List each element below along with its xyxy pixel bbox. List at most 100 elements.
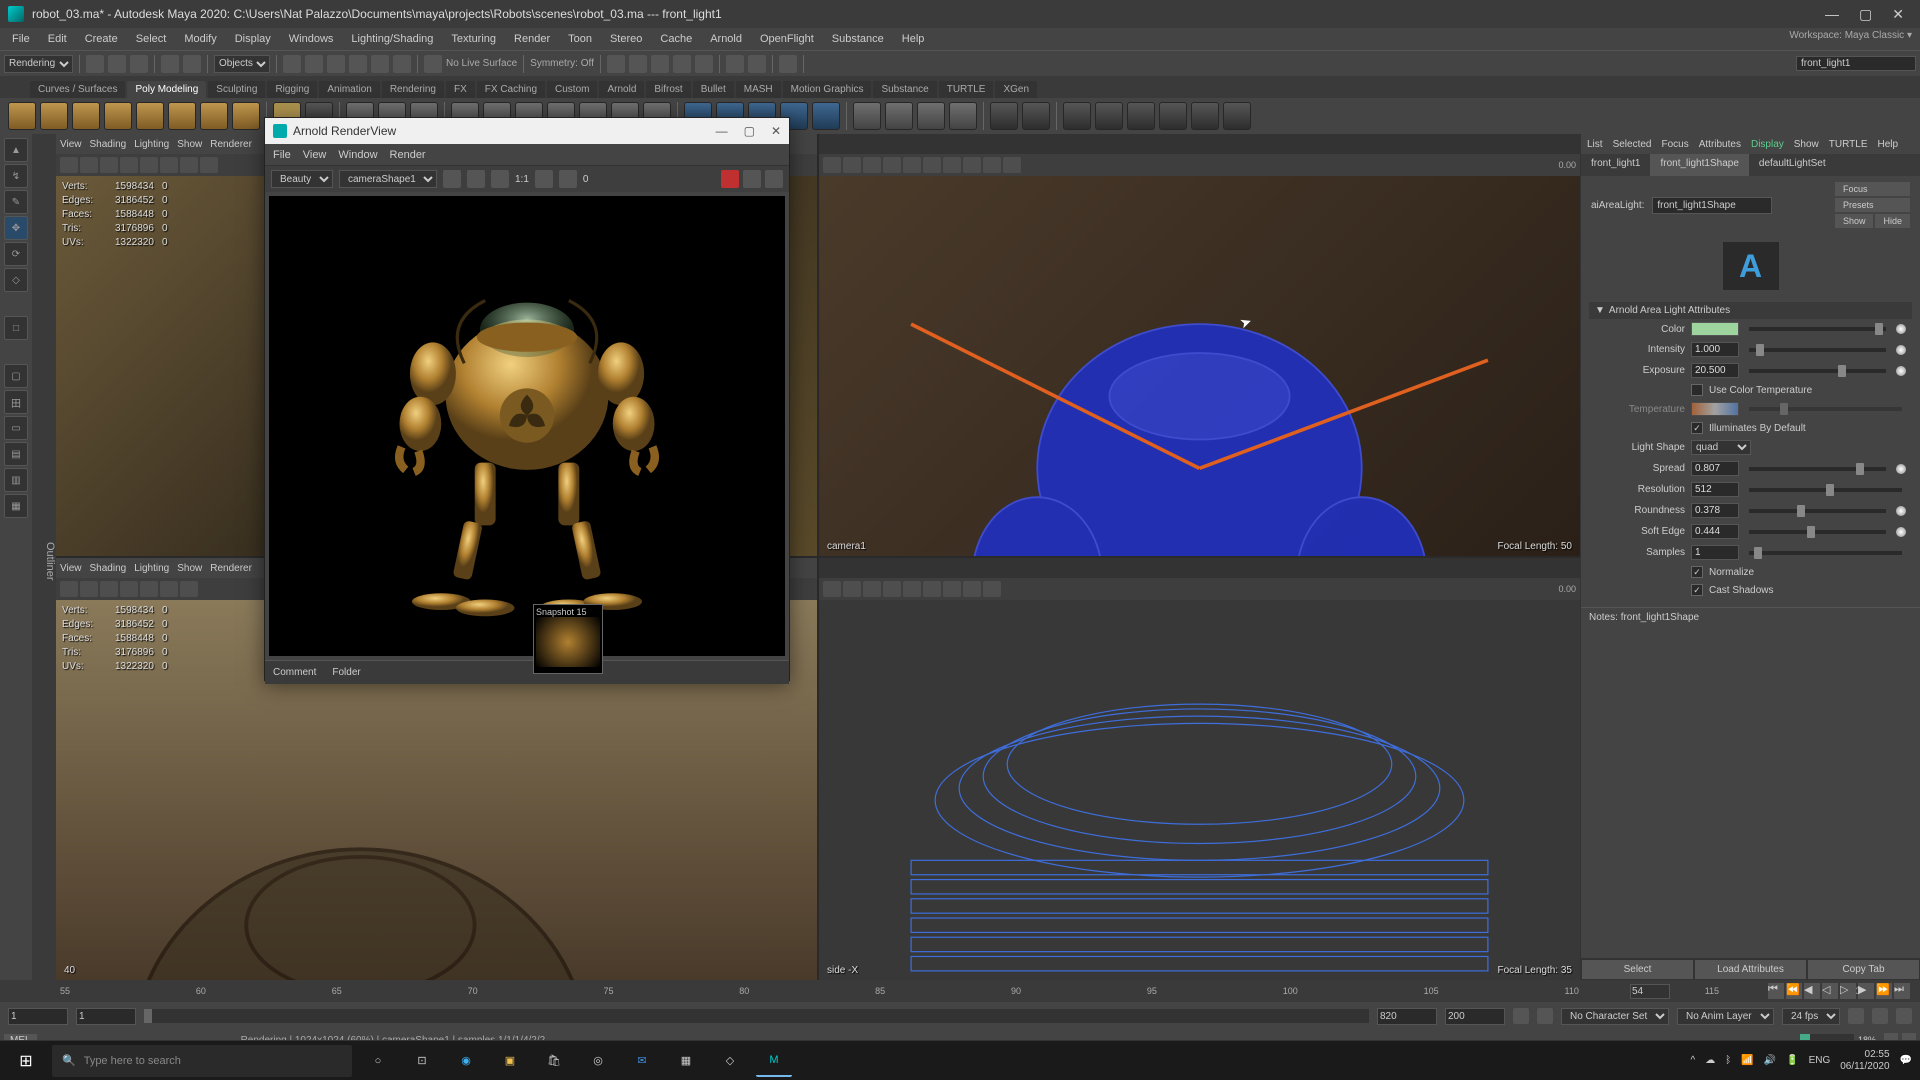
ae-round-field[interactable] xyxy=(1691,503,1739,518)
snap-curve-icon[interactable] xyxy=(305,55,323,73)
ae-load-button[interactable]: Load Attributes xyxy=(1694,959,1807,980)
shelf-platonic-icon[interactable] xyxy=(232,102,260,130)
vp-icon[interactable] xyxy=(883,157,901,173)
ae-focus[interactable]: Focus xyxy=(1661,139,1688,150)
rv-settings-icon[interactable] xyxy=(765,170,783,188)
tray-battery-icon[interactable]: 🔋 xyxy=(1786,1055,1798,1066)
snap-plane-icon[interactable] xyxy=(349,55,367,73)
shelf-edge-flow-icon[interactable] xyxy=(812,102,840,130)
ae-res-field[interactable] xyxy=(1691,482,1739,497)
tray-volume-icon[interactable]: 🔊 xyxy=(1764,1055,1776,1066)
layout-persp-icon[interactable]: ▥ xyxy=(4,468,28,492)
shelf-poly-cube-icon[interactable] xyxy=(40,102,68,130)
step-back-key-icon[interactable]: ⏪ xyxy=(1786,983,1802,999)
rv-folder-label[interactable]: Folder xyxy=(332,667,360,678)
step-back-icon[interactable]: ◀ xyxy=(1804,983,1820,999)
vp-icon[interactable] xyxy=(903,581,921,597)
vp-icon[interactable] xyxy=(140,581,158,597)
paint-select-icon[interactable]: ✎ xyxy=(4,190,28,214)
shelf-tab-sculpting[interactable]: Sculpting xyxy=(208,81,265,98)
window-maximize-icon[interactable]: ▢ xyxy=(1859,6,1872,23)
window-minimize-icon[interactable]: — xyxy=(1825,6,1839,23)
render-icon[interactable] xyxy=(607,55,625,73)
tray-lang[interactable]: ENG xyxy=(1809,1055,1831,1066)
loop-icon[interactable] xyxy=(1872,1008,1888,1024)
playblast-icon[interactable] xyxy=(726,55,744,73)
render-settings-icon[interactable] xyxy=(651,55,669,73)
fps-select[interactable]: 24 fps xyxy=(1782,1008,1840,1025)
tray-chevron-icon[interactable]: ^ xyxy=(1691,1055,1696,1066)
viewport-side[interactable]: els 0.00 side -X Focal Length: 35 xyxy=(819,558,1580,980)
menu-set-dropdown[interactable]: Rendering xyxy=(4,55,73,73)
vp-renderer[interactable]: Renderer xyxy=(210,139,252,150)
ae-display[interactable]: Display xyxy=(1751,139,1784,150)
vp-icon[interactable] xyxy=(983,581,1001,597)
ae-samples-slider[interactable] xyxy=(1749,551,1902,555)
ae-map-icon[interactable] xyxy=(1896,527,1906,537)
rv-comment-label[interactable]: Comment xyxy=(273,667,316,678)
rv-render[interactable]: Render xyxy=(390,149,426,161)
vp-icon[interactable] xyxy=(200,157,218,173)
vp-icon[interactable] xyxy=(943,581,961,597)
autokey-icon[interactable] xyxy=(1537,1008,1553,1024)
shelf-collapse-icon[interactable] xyxy=(885,102,913,130)
ae-attributes[interactable]: Attributes xyxy=(1699,139,1741,150)
taskbar-clock[interactable]: 02:5506/11/2020 xyxy=(1840,1049,1889,1073)
vp-icon[interactable] xyxy=(903,157,921,173)
shelf-tab-motion[interactable]: Motion Graphics xyxy=(783,81,872,98)
rv-close-icon[interactable]: ✕ xyxy=(771,124,781,138)
layout-four-icon[interactable]: 田 xyxy=(4,390,28,414)
play-fwd-icon[interactable]: ▷ xyxy=(1840,983,1856,999)
taskview-icon[interactable]: ⊡ xyxy=(404,1045,440,1077)
menu-create[interactable]: Create xyxy=(77,31,126,47)
vp-icon[interactable] xyxy=(883,581,901,597)
shelf-poly-plane-icon[interactable] xyxy=(168,102,196,130)
menu-render[interactable]: Render xyxy=(506,31,558,47)
vp-icon[interactable] xyxy=(843,157,861,173)
layout-graph-icon[interactable]: ▦ xyxy=(4,494,28,518)
rv-window[interactable]: Window xyxy=(338,149,377,161)
step-fwd-key-icon[interactable]: ⏩ xyxy=(1876,983,1892,999)
ae-help[interactable]: Help xyxy=(1878,139,1899,150)
vp-icon[interactable] xyxy=(160,581,178,597)
menu-cache[interactable]: Cache xyxy=(652,31,700,47)
menu-file[interactable]: File xyxy=(4,31,38,47)
ae-exposure-slider[interactable] xyxy=(1749,369,1886,373)
shelf-poly-torus-icon[interactable] xyxy=(136,102,164,130)
ae-focus-button[interactable]: Focus xyxy=(1835,182,1910,196)
shelf-quadrangulate-icon[interactable] xyxy=(1022,102,1050,130)
menu-select[interactable]: Select xyxy=(128,31,175,47)
shelf-tab-bifrost[interactable]: Bifrost xyxy=(646,81,690,98)
shelf-tab-poly[interactable]: Poly Modeling xyxy=(127,81,206,98)
rv-scale[interactable]: 1:1 xyxy=(515,174,529,185)
shelf-tool-b-icon[interactable] xyxy=(1095,102,1123,130)
maya-app-icon[interactable]: M xyxy=(756,1045,792,1077)
vp-icon[interactable] xyxy=(80,581,98,597)
vp-icon[interactable] xyxy=(100,581,118,597)
ae-show[interactable]: Show xyxy=(1794,139,1819,150)
vp-view[interactable]: View xyxy=(60,563,82,574)
shelf-poly-sphere-icon[interactable] xyxy=(8,102,36,130)
move-tool-icon[interactable]: ✥ xyxy=(4,216,28,240)
notifications-icon[interactable]: 💬 xyxy=(1900,1055,1912,1066)
app-icon-1[interactable]: ▦ xyxy=(668,1045,704,1077)
vp-lighting[interactable]: Lighting xyxy=(134,563,169,574)
ae-color-slider[interactable] xyxy=(1749,327,1886,331)
ae-tab-lightset[interactable]: defaultLightSet xyxy=(1749,154,1836,176)
shelf-tool-e-icon[interactable] xyxy=(1191,102,1219,130)
scale-tool-icon[interactable]: ◇ xyxy=(4,268,28,292)
ae-color-swatch[interactable] xyxy=(1691,322,1739,336)
ae-spread-field[interactable] xyxy=(1691,461,1739,476)
ae-round-slider[interactable] xyxy=(1749,509,1886,513)
snap-view-icon[interactable] xyxy=(393,55,411,73)
menu-modify[interactable]: Modify xyxy=(176,31,224,47)
shelf-detach-icon[interactable] xyxy=(949,102,977,130)
ae-spread-slider[interactable] xyxy=(1749,467,1886,471)
shelf-tab-curves[interactable]: Curves / Surfaces xyxy=(30,81,125,98)
store-icon[interactable]: 🛍 xyxy=(536,1045,572,1077)
vp-icon[interactable] xyxy=(1003,157,1021,173)
ae-map-icon[interactable] xyxy=(1896,464,1906,474)
ae-select-button[interactable]: Select xyxy=(1581,959,1694,980)
animlayer-select[interactable]: No Anim Layer xyxy=(1677,1008,1774,1025)
ae-show-button[interactable]: Show xyxy=(1835,214,1874,228)
